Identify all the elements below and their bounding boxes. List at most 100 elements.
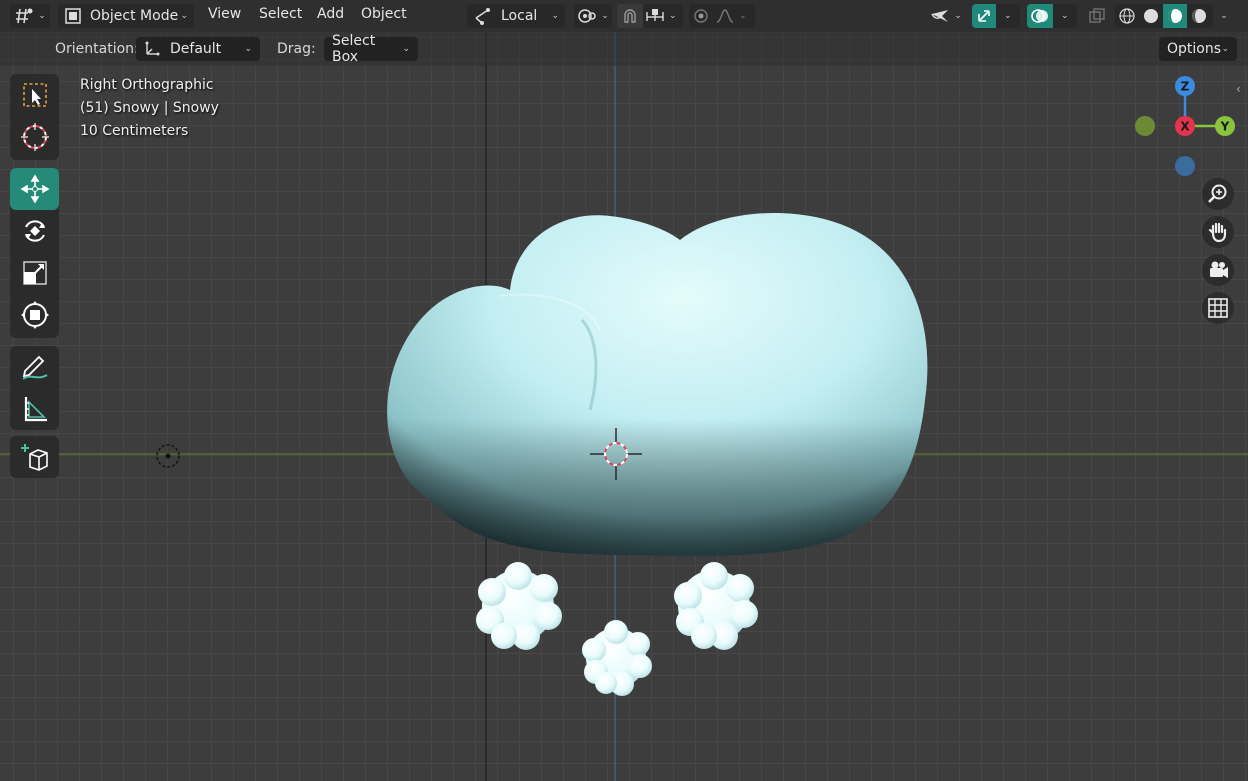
chevron-down-icon: ⌄ — [402, 44, 410, 54]
gizmo-toggle-icon — [978, 10, 990, 22]
rendered-shading-icon — [1192, 9, 1206, 23]
chevron-down-icon: ⌄ — [669, 11, 677, 21]
proportional-edit-toggle[interactable] — [689, 4, 713, 28]
annotate-pencil-icon — [21, 355, 48, 380]
orientation-axes-icon — [145, 41, 160, 56]
ortho-grid-icon — [1208, 298, 1228, 318]
tool-settings-bar: Orientation: Default ⌄ Drag: Select Box … — [0, 32, 1248, 66]
tool-rotate[interactable] — [10, 210, 59, 252]
pivot-point-dropdown[interactable]: ⌄ — [574, 4, 612, 28]
gizmo-group: ⌄ — [972, 4, 1020, 28]
material-preview-shading-button[interactable] — [1163, 4, 1187, 28]
viewport-header: ⌄ Object Mode ⌄ View Select Add Object L… — [0, 0, 1248, 32]
mode-label: Object Mode — [90, 8, 179, 24]
sidebar-toggle-icon[interactable]: ‹ — [1236, 82, 1248, 98]
chevron-down-icon: ⌄ — [551, 11, 559, 21]
rendered-shading-button[interactable] — [1187, 4, 1211, 28]
chevron-down-icon: ⌄ — [244, 44, 252, 54]
y-axis-label: Y — [1220, 120, 1230, 134]
snowball-right — [674, 562, 758, 650]
menu-add[interactable]: Add — [317, 6, 344, 26]
snap-toggle[interactable] — [617, 4, 643, 28]
drag-label: Drag: — [277, 41, 316, 57]
z-axis-label: Z — [1181, 80, 1190, 94]
mode-dropdown[interactable]: Object Mode ⌄ — [58, 4, 194, 28]
orientation-value: Default — [170, 41, 222, 57]
drag-dropdown[interactable]: Select Box ⌄ — [324, 33, 418, 65]
transform-orientation-dropdown[interactable]: Local ⌄ — [467, 4, 565, 28]
tool-add-cube[interactable] — [10, 436, 59, 478]
options-dropdown[interactable]: Options ⌄ — [1159, 37, 1237, 61]
snap-increment-icon[interactable] — [645, 8, 665, 24]
object-info-text: (51) Snowy | Snowy — [80, 100, 219, 116]
tool-annotate[interactable] — [10, 346, 59, 388]
empty-object-icon — [156, 444, 180, 468]
tool-scale[interactable] — [10, 252, 59, 294]
solid-shading-button[interactable] — [1139, 4, 1163, 28]
ortho-toggle-button[interactable] — [1202, 292, 1234, 324]
camera-view-button[interactable] — [1202, 254, 1234, 286]
transform-icon — [20, 301, 49, 329]
pan-button[interactable] — [1202, 216, 1234, 248]
menu-select[interactable]: Select — [259, 6, 302, 26]
orientation-label: Orientation: — [55, 41, 139, 57]
gizmo-toggle[interactable] — [972, 4, 996, 28]
move-arrows-icon — [19, 174, 50, 204]
zoom-icon — [1208, 184, 1227, 203]
chevron-down-icon: ⌄ — [180, 11, 188, 21]
chevron-down-icon: ⌄ — [954, 11, 962, 21]
menu-view[interactable]: View — [208, 6, 241, 26]
tool-select-box[interactable] — [10, 74, 59, 116]
chevron-down-icon: ⌄ — [1061, 11, 1069, 21]
overlay-toggle[interactable] — [1027, 4, 1053, 28]
snowball-left — [476, 562, 562, 650]
scale-icon — [22, 261, 47, 285]
overlay-group: ⌄ — [1027, 4, 1077, 28]
neg-z-axis-handle — [1175, 156, 1195, 176]
chevron-down-icon: ⌄ — [1220, 11, 1228, 21]
grid-scale-text: 10 Centimeters — [80, 123, 189, 139]
material-preview-shading-icon — [1168, 9, 1182, 23]
falloff-curve-icon[interactable] — [715, 8, 735, 24]
object-mode-cube-icon — [65, 8, 81, 24]
local-axes-icon — [475, 8, 490, 25]
viewport-grid-icon — [16, 8, 33, 24]
measure-ruler-icon — [24, 397, 47, 422]
neg-y-axis-handle — [1135, 116, 1155, 136]
cloud-object — [387, 212, 928, 556]
zoom-button[interactable] — [1202, 178, 1234, 210]
navigation-gizmo[interactable]: Z X Y — [1130, 74, 1240, 178]
xray-toggle[interactable] — [1086, 4, 1108, 28]
shading-group — [1115, 4, 1213, 28]
transform-orientation-label: Local — [501, 8, 538, 24]
proportional-edit-icon — [694, 9, 708, 23]
snapping-group: ⌄ — [617, 4, 683, 28]
tool-transform[interactable] — [10, 294, 59, 336]
select-box-icon — [22, 83, 47, 107]
xray-toggle-icon — [1089, 8, 1105, 23]
editor-type-button[interactable]: ⌄ — [10, 4, 50, 28]
chevron-down-icon: ⌄ — [38, 11, 46, 21]
pivot-point-icon — [578, 9, 596, 23]
pan-hand-icon — [1208, 222, 1227, 243]
wireframe-shading-icon — [1119, 8, 1135, 24]
tool-measure[interactable] — [10, 388, 59, 430]
shading-options-dropdown[interactable]: ⌄ — [1214, 4, 1234, 28]
orientation-dropdown[interactable]: Default ⌄ — [136, 37, 260, 61]
menu-object[interactable]: Object — [361, 6, 407, 26]
view-name-text: Right Orthographic — [80, 77, 214, 93]
tool-cursor[interactable] — [10, 116, 59, 158]
cursor-3d-icon — [20, 123, 49, 151]
x-axis-label: X — [1180, 120, 1190, 134]
chevron-down-icon: ⌄ — [1221, 44, 1229, 54]
selectability-visibility-icon — [931, 10, 949, 22]
chevron-down-icon: ⌄ — [739, 11, 747, 21]
wireframe-shading-button[interactable] — [1115, 4, 1139, 28]
options-label: Options — [1167, 41, 1222, 57]
3d-viewport[interactable]: Right Orthographic (51) Snowy | Snowy 10… — [0, 32, 1248, 781]
tool-move[interactable] — [10, 168, 59, 210]
snowball-center — [582, 620, 652, 696]
rotate-icon — [24, 220, 45, 242]
visibility-dropdown[interactable]: ⌄ — [926, 4, 966, 28]
scene-canvas — [0, 32, 1248, 781]
